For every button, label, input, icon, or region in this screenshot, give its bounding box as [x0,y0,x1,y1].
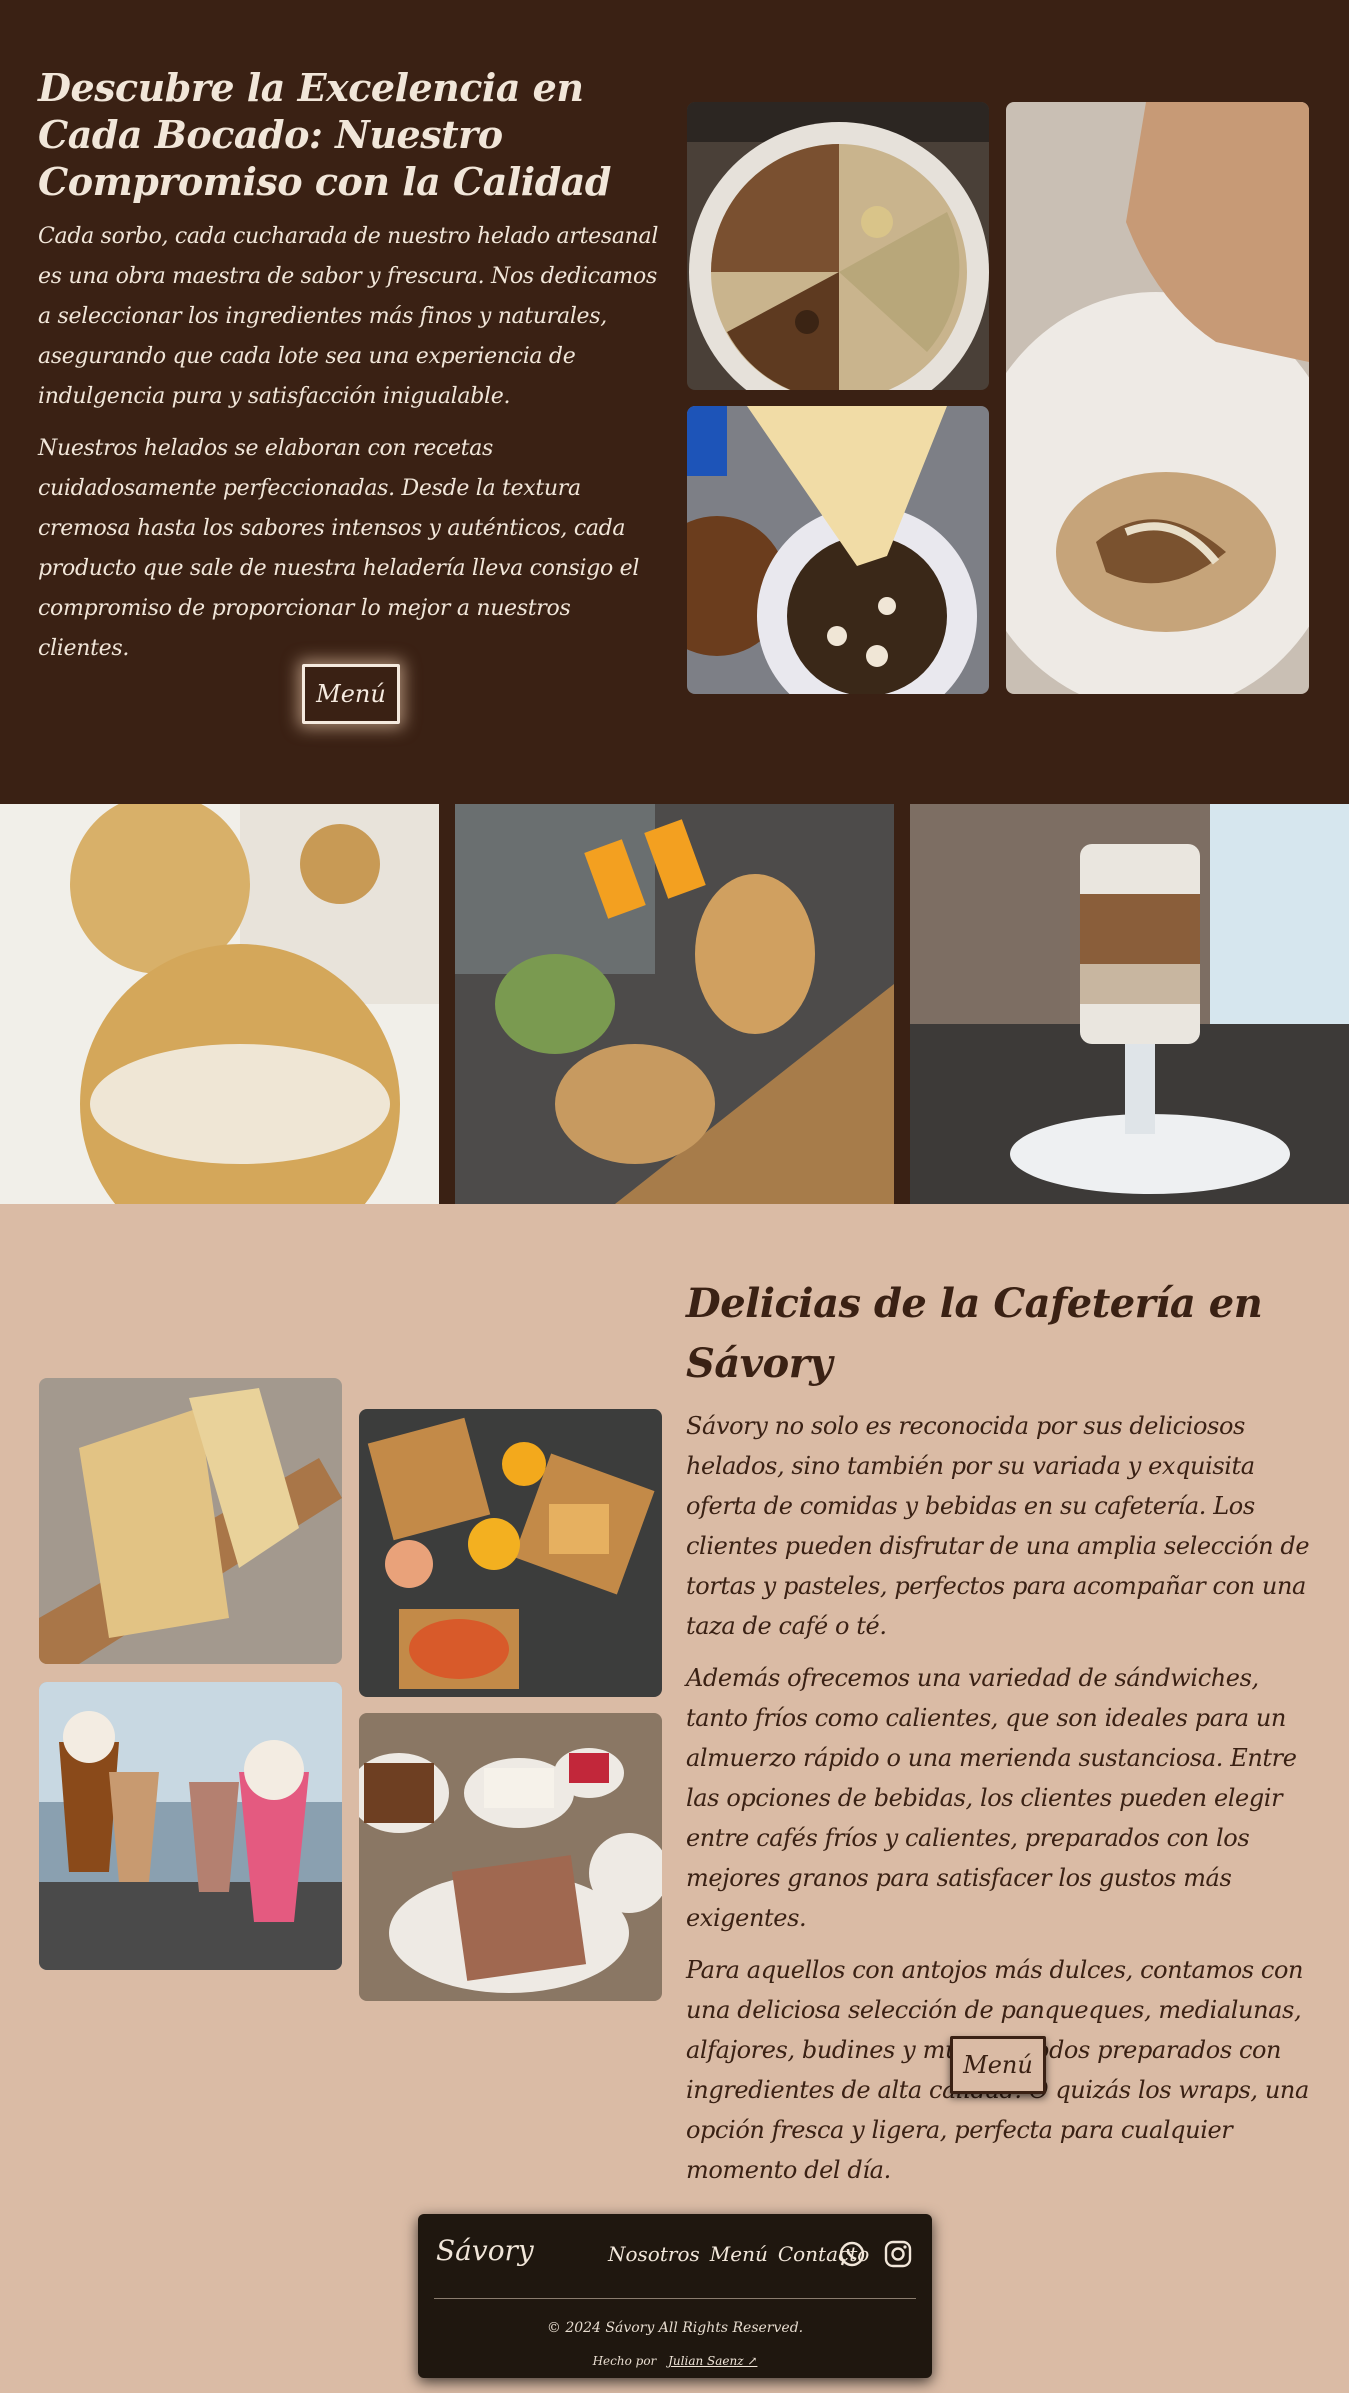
hero-paragraph: Cada sorbo, cada cucharada de nuestro he… [38,224,659,409]
cafe-paragraph: Además ofrecemos una variedad de sándwic… [686,1664,1297,1932]
cafe-paragraph: Sávory no solo es reconocida por sus del… [686,1412,1310,1640]
footer-credit-prefix: Hecho por [592,2354,657,2368]
footer-credit: Hecho por Julian Saenz ↗ [418,2354,932,2368]
cookie-sandwich-photo [0,804,439,1204]
hero-paragraph: Nuestros helados se elaboran con recetas… [38,436,640,661]
ice-cream-swirl-photo [1006,102,1309,694]
footer-nav: Nosotros Menú Contacto [608,2242,869,2266]
milkshakes-photo [39,1682,342,1970]
cafe-title: Delicias de la Cafetería en Sávory [686,1280,1263,1387]
cafe-menu-button[interactable]: Menú [950,2036,1046,2094]
cakes-photo [359,1713,662,2001]
whatsapp-icon[interactable] [838,2240,866,2268]
footer-brand[interactable]: Sávory [436,2234,534,2267]
breakfast-table-photo [359,1409,662,1697]
ice-cream-pour-photo [687,406,989,694]
hero-title: Descubre la Excelencia en Cada Bocado: N… [38,65,611,204]
footer-credit-link[interactable]: Julian Saenz ↗ [668,2354,757,2368]
footer-nav-nosotros[interactable]: Nosotros [608,2242,700,2266]
footer-nav-menu[interactable]: Menú [710,2242,768,2266]
footer-divider [434,2298,916,2299]
footer-copyright: © 2024 Sávory All Rights Reserved. [546,2320,804,2336]
ice-cream-tub-photo [687,102,989,390]
instagram-icon[interactable] [884,2240,912,2268]
footer: Sávory Nosotros Menú Contacto © 2024 Sáv… [418,2214,932,2378]
hero-section: Descubre la Excelencia en Cada Bocado: N… [0,0,1349,804]
layered-coffee-photo [910,804,1349,1204]
sandwiches-juice-photo [455,804,894,1204]
hero-menu-button[interactable]: Menú [302,664,400,724]
hero-text-block: Descubre la Excelencia en Cada Bocado: N… [38,64,666,669]
toasted-sandwich-photo [39,1378,342,1664]
